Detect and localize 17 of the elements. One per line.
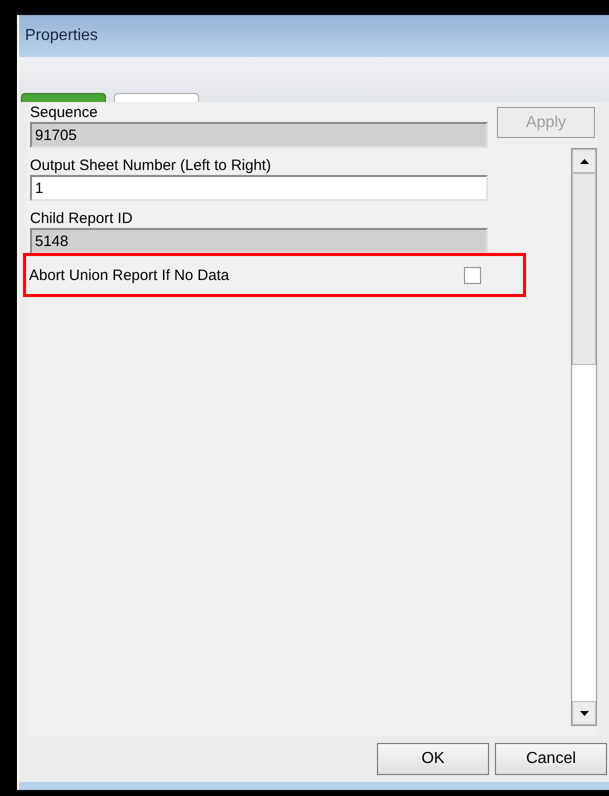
input-field[interactable]: 91705 xyxy=(30,122,488,148)
input-field[interactable]: 5148 xyxy=(30,228,488,254)
checkbox-label: Abort Union Report If No Data xyxy=(29,266,230,284)
field-label: Child Report ID xyxy=(30,209,134,228)
input-field[interactable]: 1 xyxy=(30,175,488,201)
dialog-button[interactable]: Cancel xyxy=(495,743,607,775)
tab[interactable] xyxy=(21,93,106,102)
scroll-thumb[interactable] xyxy=(572,173,596,365)
tab[interactable] xyxy=(114,93,199,102)
checkbox[interactable] xyxy=(464,266,481,284)
scrollbar[interactable] xyxy=(571,148,597,726)
field-label: Sequence xyxy=(30,103,99,122)
scroll-down-icon[interactable] xyxy=(572,701,596,725)
dialog-button[interactable]: OK xyxy=(377,743,489,775)
field-label: Output Sheet Number (Left to Right) xyxy=(30,156,272,175)
window-title: Properties xyxy=(25,27,98,45)
scroll-up-icon[interactable] xyxy=(572,149,596,173)
